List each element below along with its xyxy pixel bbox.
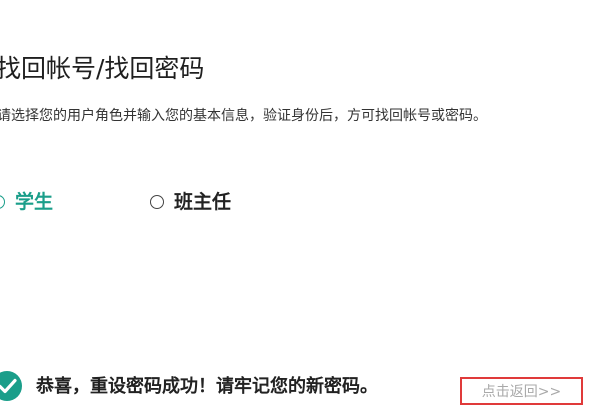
role-option-student[interactable]: 学生 [0,189,53,215]
page-title: 找回帐号/找回密码 [0,54,205,83]
success-message: 恭喜，重设密码成功！请牢记您的新密码。 [36,376,378,397]
role-option-teacher[interactable]: 班主任 [150,189,231,215]
radio-student-icon[interactable] [0,195,5,209]
role-label-teacher: 班主任 [174,191,232,213]
radio-teacher-icon[interactable] [150,195,164,209]
check-circle-icon [0,371,22,401]
back-link[interactable]: 点击返回>> [460,377,583,405]
instructions-text: 请选择您的用户角色并输入您的基本信息，验证身份后，方可找回帐号或密码。 [0,108,487,124]
role-label-student: 学生 [15,191,54,213]
